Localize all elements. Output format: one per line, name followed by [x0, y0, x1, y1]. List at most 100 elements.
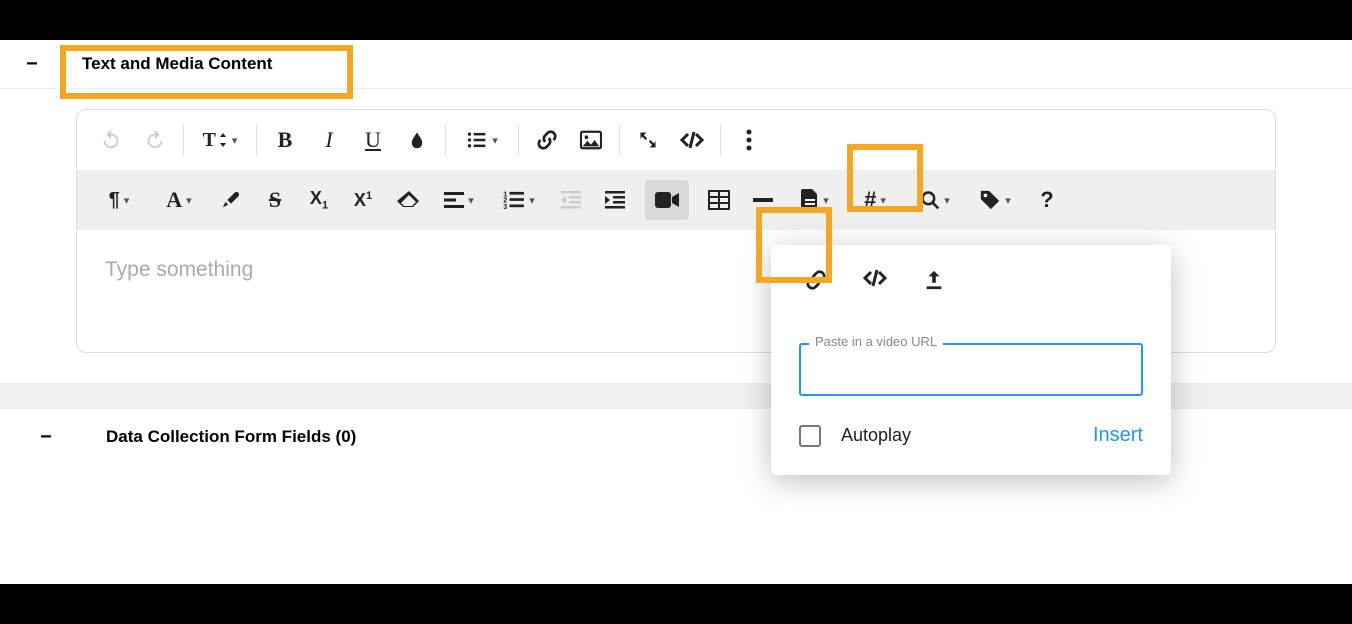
help-button[interactable]: ?: [1025, 180, 1069, 220]
undo-icon: [100, 129, 122, 151]
tag-button[interactable]: ▾: [965, 180, 1025, 220]
autoplay-checkbox[interactable]: [799, 425, 821, 447]
caret-down-icon: ▾: [823, 194, 829, 207]
collapse-icon[interactable]: −: [26, 54, 46, 74]
collapse-icon[interactable]: −: [40, 427, 58, 447]
link-button[interactable]: [525, 120, 569, 160]
rich-text-editor: T ▾ B I U ▾: [76, 109, 1276, 353]
field-label: Paste in a video URL: [809, 334, 943, 349]
caret-down-icon: ▾: [529, 194, 535, 207]
paragraph-format-button[interactable]: ¶▾: [89, 180, 149, 220]
clear-format-button[interactable]: [385, 180, 429, 220]
divider: [720, 124, 721, 156]
link-icon: [536, 129, 558, 151]
undo-button[interactable]: [89, 120, 133, 160]
video-upload-tab[interactable]: [923, 269, 945, 291]
upload-icon: [923, 269, 945, 291]
search-icon: [920, 190, 940, 210]
fullscreen-button[interactable]: [626, 120, 670, 160]
caret-down-icon: ▾: [944, 194, 950, 207]
video-url-input[interactable]: [799, 343, 1143, 396]
autoplay-row: Autoplay: [799, 425, 911, 447]
font-icon: A: [166, 187, 182, 213]
toolbar-row-2: ¶▾ A▾ S X1 X1 ▾ 123 ▾: [77, 170, 1275, 230]
ordered-list-icon: 123: [503, 191, 525, 209]
indent-icon: [605, 191, 625, 209]
drop-icon: [408, 129, 426, 151]
more-button[interactable]: [727, 120, 771, 160]
special-char-button[interactable]: #▾: [845, 180, 905, 220]
highlight-button[interactable]: [209, 180, 253, 220]
section-title: Text and Media Content: [82, 54, 272, 74]
divider: [518, 124, 519, 156]
divider: [183, 124, 184, 156]
align-button[interactable]: ▾: [429, 180, 489, 220]
insert-video-button[interactable]: [645, 180, 689, 220]
underline-button[interactable]: U: [351, 120, 395, 160]
code-icon: [863, 269, 887, 287]
italic-button[interactable]: I: [307, 120, 351, 160]
list-icon: [466, 130, 488, 150]
updown-icon: [218, 133, 228, 147]
strikethrough-button[interactable]: S: [253, 180, 297, 220]
editor-wrap: T ▾ B I U ▾: [0, 89, 1352, 383]
caret-down-icon: ▾: [124, 194, 130, 207]
code-view-button[interactable]: [670, 120, 714, 160]
bottom-border: [0, 584, 1352, 624]
page-container: − Text and Media Content T ▾ B: [0, 40, 1352, 624]
list-button[interactable]: ▾: [452, 120, 512, 160]
ordered-list-button[interactable]: 123 ▾: [489, 180, 549, 220]
file-icon: [801, 189, 819, 211]
brush-icon: [220, 189, 242, 211]
redo-button[interactable]: [133, 120, 177, 160]
indent-button[interactable]: [593, 180, 637, 220]
video-embed-tab[interactable]: [863, 269, 887, 291]
superscript-button[interactable]: X1: [341, 180, 385, 220]
outdent-icon: [561, 191, 581, 209]
video-icon: [655, 191, 679, 209]
image-button[interactable]: [569, 120, 613, 160]
pilcrow-icon: ¶: [109, 189, 120, 212]
eraser-icon: [395, 191, 419, 209]
insert-button[interactable]: Insert: [1093, 424, 1143, 447]
redo-icon: [144, 129, 166, 151]
search-button[interactable]: ▾: [905, 180, 965, 220]
text-size-button[interactable]: T ▾: [190, 120, 250, 160]
strike-icon: S: [269, 187, 281, 213]
subscript-button[interactable]: X1: [297, 180, 341, 220]
text-color-button[interactable]: [395, 120, 439, 160]
section-title: Data Collection Form Fields (0): [106, 427, 356, 447]
horizontal-rule-button[interactable]: [741, 180, 785, 220]
divider: [445, 124, 446, 156]
caret-down-icon: ▾: [492, 134, 498, 147]
bold-icon: B: [278, 127, 293, 153]
popup-footer: Autoplay Insert: [799, 424, 1143, 447]
image-icon: [580, 130, 602, 150]
expand-icon: [638, 130, 658, 150]
caret-down-icon: ▾: [880, 194, 886, 207]
insert-file-button[interactable]: ▾: [785, 180, 845, 220]
hr-icon: [753, 198, 773, 202]
caret-down-icon: ▾: [468, 194, 474, 207]
popup-tabs: [799, 269, 1143, 307]
subscript-icon: X1: [310, 188, 328, 212]
font-family-button[interactable]: A▾: [149, 180, 209, 220]
superscript-icon: X1: [354, 190, 372, 211]
outdent-button[interactable]: [549, 180, 593, 220]
caret-down-icon: ▾: [1005, 194, 1011, 207]
italic-icon: I: [325, 127, 332, 153]
caret-down-icon: ▾: [232, 134, 238, 147]
tag-icon: [979, 189, 1001, 211]
video-url-tab[interactable]: [805, 269, 827, 291]
text-media-section-header[interactable]: − Text and Media Content: [0, 40, 1352, 89]
table-button[interactable]: [697, 180, 741, 220]
svg-text:3: 3: [503, 202, 507, 209]
autoplay-label: Autoplay: [841, 425, 911, 446]
more-vertical-icon: [746, 129, 752, 151]
toolbar-row-1: T ▾ B I U ▾: [77, 110, 1275, 170]
hash-icon: #: [864, 187, 876, 213]
underline-icon: U: [365, 127, 381, 153]
bold-button[interactable]: B: [263, 120, 307, 160]
video-url-field: Paste in a video URL: [799, 343, 1143, 396]
code-icon: [680, 131, 704, 149]
